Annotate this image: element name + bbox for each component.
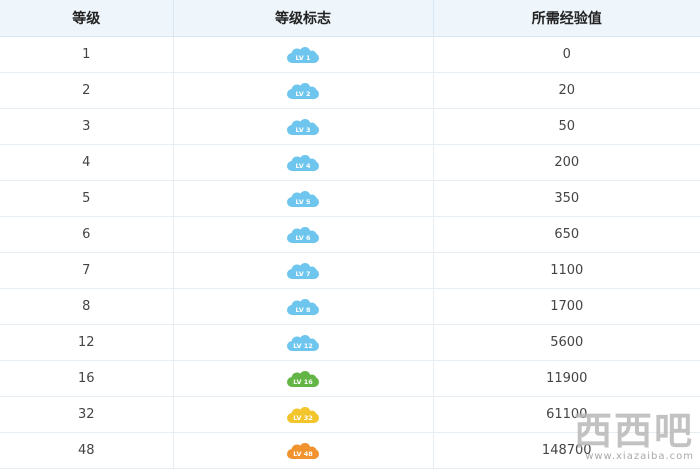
level-cell: 2 — [0, 72, 174, 109]
level-badge-icon: LV 12 — [286, 334, 320, 351]
exp-cell: 350 — [433, 180, 700, 217]
table-row: 48 LV 48 148700 — [0, 432, 700, 469]
badge-label: LV 8 — [295, 306, 311, 314]
level-badge-icon: LV 32 — [286, 406, 320, 423]
exp-cell: 1100 — [433, 252, 700, 289]
cloud-icon: LV 8 — [287, 298, 319, 315]
cloud-icon: LV 7 — [287, 262, 319, 279]
level-cell: 1 — [0, 36, 174, 73]
cloud-icon: LV 16 — [287, 370, 319, 387]
level-badge-icon: LV 3 — [286, 118, 320, 135]
table-body: 1 LV 1 0 2 LV 2 20 3 LV 3 50 4 LV 4 200 5 LV 5 350 6 LV … — [0, 36, 700, 469]
badge-cell: LV 4 — [173, 144, 434, 181]
badge-cell: LV 8 — [173, 288, 434, 325]
table-row: 7 LV 7 1100 — [0, 252, 700, 289]
exp-cell: 61100 — [433, 396, 700, 433]
cloud-icon: LV 12 — [287, 334, 319, 351]
badge-label: LV 12 — [293, 342, 313, 350]
badge-cell: LV 3 — [173, 108, 434, 145]
badge-label: LV 2 — [295, 90, 310, 98]
badge-cell: LV 6 — [173, 216, 434, 253]
cloud-icon: LV 32 — [287, 406, 319, 423]
cloud-icon: LV 4 — [287, 154, 319, 171]
exp-cell: 1700 — [433, 288, 700, 325]
badge-label: LV 4 — [295, 162, 311, 170]
level-cell: 32 — [0, 396, 174, 433]
badge-label: LV 7 — [295, 270, 310, 278]
table-row: 1 LV 1 0 — [0, 36, 700, 73]
exp-cell: 50 — [433, 108, 700, 145]
table-header-row: 等级 等级标志 所需经验值 — [0, 0, 700, 37]
level-cell: 12 — [0, 324, 174, 361]
level-table: 等级 等级标志 所需经验值 1 LV 1 0 2 LV 2 20 3 LV 3 50 4 LV 4 2… — [0, 0, 700, 469]
cloud-icon: LV 2 — [287, 82, 319, 99]
cloud-icon: LV 1 — [287, 46, 319, 63]
level-badge-icon: LV 4 — [286, 154, 320, 171]
badge-cell: LV 12 — [173, 324, 434, 361]
exp-cell: 11900 — [433, 360, 700, 397]
level-cell: 4 — [0, 144, 174, 181]
table-row: 2 LV 2 20 — [0, 72, 700, 109]
header-exp: 所需经验值 — [433, 0, 700, 37]
table-row: 4 LV 4 200 — [0, 144, 700, 181]
badge-label: LV 1 — [295, 54, 311, 62]
level-badge-icon: LV 7 — [286, 262, 320, 279]
table-row: 8 LV 8 1700 — [0, 288, 700, 325]
level-badge-icon: LV 8 — [286, 298, 320, 315]
table-row: 32 LV 32 61100 — [0, 396, 700, 433]
cloud-icon: LV 6 — [287, 226, 319, 243]
cloud-icon: LV 48 — [287, 442, 319, 459]
level-cell: 8 — [0, 288, 174, 325]
exp-cell: 0 — [433, 36, 700, 73]
level-cell: 16 — [0, 360, 174, 397]
badge-label: LV 3 — [295, 126, 310, 134]
level-badge-icon: LV 2 — [286, 82, 320, 99]
level-cell: 3 — [0, 108, 174, 145]
badge-label: LV 6 — [295, 234, 311, 242]
cloud-icon: LV 5 — [287, 190, 319, 207]
table-row: 6 LV 6 650 — [0, 216, 700, 253]
level-cell: 48 — [0, 432, 174, 469]
badge-label: LV 48 — [293, 450, 313, 458]
level-badge-icon: LV 16 — [286, 370, 320, 387]
badge-cell: LV 7 — [173, 252, 434, 289]
badge-cell: LV 1 — [173, 36, 434, 73]
badge-cell: LV 16 — [173, 360, 434, 397]
exp-cell: 20 — [433, 72, 700, 109]
level-badge-icon: LV 1 — [286, 46, 320, 63]
table-row: 3 LV 3 50 — [0, 108, 700, 145]
badge-cell: LV 32 — [173, 396, 434, 433]
badge-cell: LV 5 — [173, 180, 434, 217]
cloud-icon: LV 3 — [287, 118, 319, 135]
exp-cell: 650 — [433, 216, 700, 253]
exp-cell: 200 — [433, 144, 700, 181]
level-cell: 7 — [0, 252, 174, 289]
table-row: 12 LV 12 5600 — [0, 324, 700, 361]
header-level: 等级 — [0, 0, 174, 37]
exp-cell: 5600 — [433, 324, 700, 361]
level-badge-icon: LV 5 — [286, 190, 320, 207]
level-cell: 5 — [0, 180, 174, 217]
level-cell: 6 — [0, 216, 174, 253]
table-row: 16 LV 16 11900 — [0, 360, 700, 397]
header-badge: 等级标志 — [173, 0, 434, 37]
badge-label: LV 32 — [293, 414, 313, 422]
badge-cell: LV 2 — [173, 72, 434, 109]
level-badge-icon: LV 48 — [286, 442, 320, 459]
table-row: 5 LV 5 350 — [0, 180, 700, 217]
badge-label: LV 16 — [293, 378, 313, 386]
badge-cell: LV 48 — [173, 432, 434, 469]
badge-label: LV 5 — [295, 198, 311, 206]
exp-cell: 148700 — [433, 432, 700, 469]
level-badge-icon: LV 6 — [286, 226, 320, 243]
